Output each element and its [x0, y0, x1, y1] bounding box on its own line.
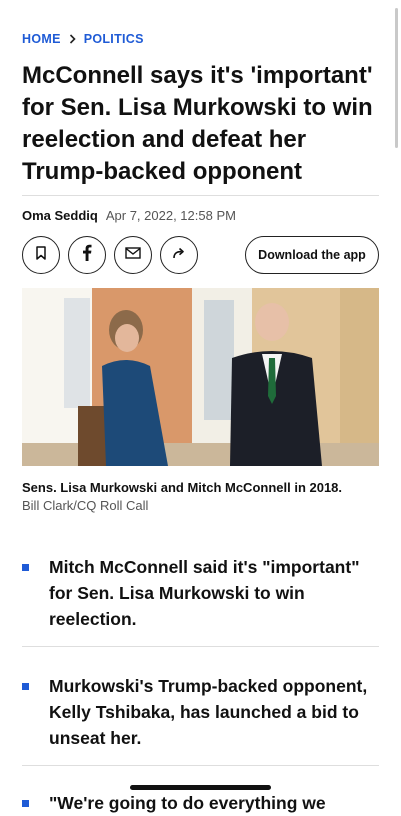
home-indicator[interactable]	[130, 785, 271, 790]
bullet-text: "We're going to do everything we	[49, 793, 326, 813]
article-title: McConnell says it's 'important' for Sen.…	[22, 62, 373, 185]
byline: Oma Seddiq Apr 7, 2022, 12:58 PM	[22, 208, 236, 223]
bullet-text: Murkowski's Trump-backed opponent, Kelly…	[49, 676, 368, 748]
list-item: Murkowski's Trump-backed opponent, Kelly…	[22, 673, 379, 751]
article-photo	[22, 288, 379, 466]
email-share-button[interactable]	[114, 236, 152, 274]
divider	[22, 195, 379, 196]
facebook-icon	[82, 244, 92, 266]
breadcrumb-section-link[interactable]: POLITICS	[84, 32, 144, 46]
chevron-right-icon	[69, 34, 76, 44]
photo-credit: Bill Clark/CQ Roll Call	[22, 498, 149, 513]
bullet-square-icon	[22, 683, 29, 690]
photo-caption: Sens. Lisa Murkowski and Mitch McConnell…	[22, 480, 343, 495]
breadcrumb-home-link[interactable]: HOME	[22, 32, 61, 46]
bullet-square-icon	[22, 800, 29, 807]
share-button[interactable]	[160, 236, 198, 274]
divider	[22, 646, 379, 647]
bookmark-button[interactable]	[22, 236, 60, 274]
bullet-square-icon	[22, 564, 29, 571]
mail-icon	[125, 246, 141, 264]
share-arrow-icon	[172, 246, 186, 264]
divider	[22, 765, 379, 766]
bullet-text: Mitch McConnell said it's "important" fo…	[49, 557, 360, 629]
facebook-share-button[interactable]	[68, 236, 106, 274]
scroll-indicator[interactable]	[395, 8, 398, 148]
author-link[interactable]: Oma Seddiq	[22, 208, 98, 223]
share-row	[22, 236, 198, 274]
publish-date: Apr 7, 2022, 12:58 PM	[105, 208, 236, 223]
list-item: Mitch McConnell said it's "important" fo…	[22, 554, 379, 632]
download-app-button[interactable]: Download the app	[245, 236, 379, 274]
breadcrumb: HOME POLITICS	[22, 32, 144, 46]
bookmark-icon	[35, 245, 47, 265]
list-item: "We're going to do everything we	[22, 790, 379, 816]
